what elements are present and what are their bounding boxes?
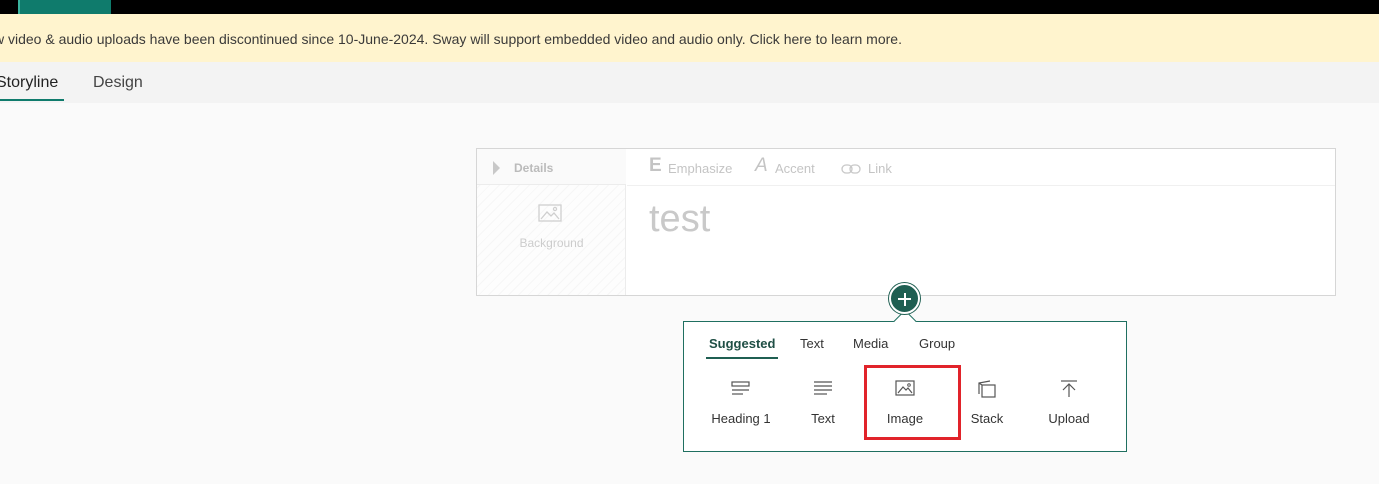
stack-icon (978, 380, 996, 398)
tab-group-label: Group (919, 336, 956, 351)
details-label: Details (514, 161, 554, 175)
tab-design[interactable]: Design (93, 62, 143, 103)
accent-icon: A (755, 155, 768, 176)
background-label: Background (519, 236, 584, 250)
image-option-highlight (864, 365, 961, 440)
upload-label: Upload (1048, 411, 1090, 426)
tab-design-label: Design (93, 74, 143, 91)
notice-banner[interactable]: w video & audio uploads have been discon… (0, 14, 1379, 62)
text-label: Text (811, 411, 835, 426)
tab-media-label: Media (853, 336, 889, 351)
heading-1-label: Heading 1 (711, 411, 771, 426)
upload-icon (1061, 380, 1077, 397)
tab-group[interactable]: Group (919, 336, 955, 356)
heading-text[interactable]: test (649, 198, 710, 241)
heading-icon (731, 381, 750, 395)
link-label: Link (868, 161, 892, 176)
plus-icon-stroke (903, 293, 906, 306)
top-app-bar (0, 0, 1379, 14)
tab-suggested[interactable]: Suggested (706, 336, 779, 359)
emphasize-label: Emphasize (668, 161, 733, 176)
active-tab-underline (706, 357, 779, 359)
insert-text[interactable]: Text (783, 374, 863, 434)
heading-card[interactable]: Details Background E Emphasize A Accent … (476, 148, 1336, 296)
insert-upload[interactable]: Upload (1029, 374, 1109, 434)
tab-text[interactable]: Text (800, 336, 824, 356)
view-tabbar: Storyline Design (0, 62, 1379, 103)
app-tab-indicator[interactable] (18, 0, 111, 14)
card-background-panel[interactable]: Details Background (477, 149, 626, 295)
accent-label: Accent (775, 161, 815, 176)
insert-heading-1[interactable]: Heading 1 (701, 374, 781, 434)
tab-storyline[interactable]: Storyline (0, 62, 64, 103)
link-icon (841, 164, 861, 174)
image-icon (538, 204, 562, 222)
details-toggle[interactable]: Details (477, 149, 626, 185)
tab-suggested-label: Suggested (709, 336, 776, 351)
expand-triangle-icon (493, 161, 500, 175)
tab-text-label: Text (800, 336, 824, 351)
notice-text[interactable]: w video & audio uploads have been discon… (0, 14, 902, 62)
text-icon (814, 381, 832, 395)
add-content-button[interactable] (889, 283, 920, 314)
tab-media[interactable]: Media (853, 336, 888, 356)
text-format-toolbar: E Emphasize A Accent Link (627, 149, 1335, 186)
tab-storyline-label: Storyline (0, 74, 59, 91)
emphasize-icon: E (649, 155, 662, 176)
active-tab-underline (0, 99, 64, 101)
